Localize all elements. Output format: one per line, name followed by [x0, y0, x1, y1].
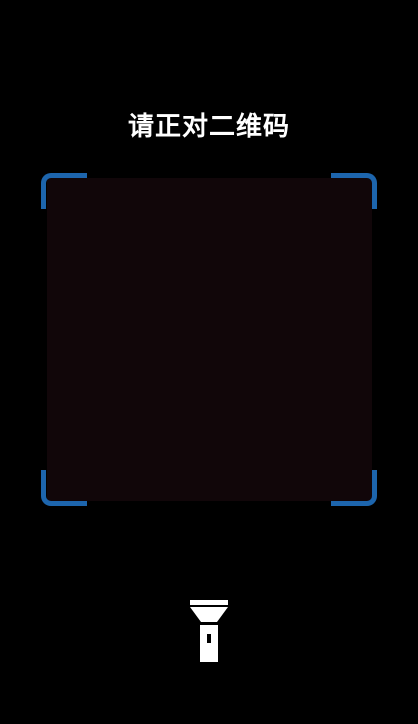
scan-frame-corner-top-left — [41, 173, 87, 209]
scan-frame-corner-bottom-right — [331, 470, 377, 506]
flashlight-toggle-button[interactable] — [187, 599, 231, 665]
camera-scan-area — [47, 178, 372, 501]
scan-frame-corner-top-right — [331, 173, 377, 209]
flashlight-icon — [190, 600, 228, 662]
scan-instruction-title: 请正对二维码 — [127, 112, 290, 142]
scan-frame-corner-bottom-left — [41, 470, 87, 506]
